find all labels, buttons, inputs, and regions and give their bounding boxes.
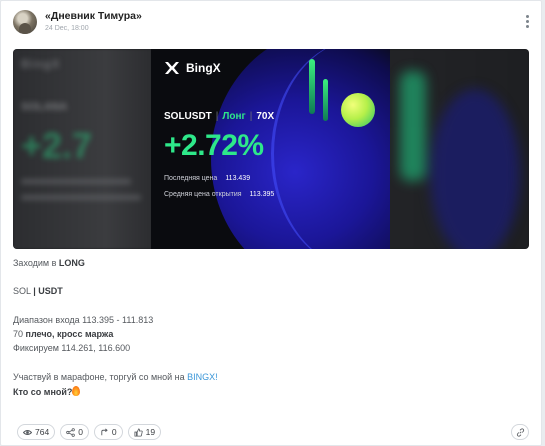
avg-open-label: Средняя цена открытия (164, 191, 242, 198)
reposts-count: 0 (111, 427, 117, 437)
channel-name[interactable]: «Дневник Тимура» (45, 10, 142, 22)
text-span: Участвуй в марафоне, торгуй со мной на (13, 372, 188, 382)
leverage: 70X (256, 111, 275, 122)
blurred-glow (430, 89, 520, 249)
text-bold: Кто со мной? (13, 387, 73, 397)
last-price-row: Последняя цена 113.439 (164, 175, 250, 182)
post-text-line: SOL | USDT (13, 286, 63, 296)
trade-side: Лонг (222, 111, 246, 122)
fire-emoji-icon (72, 386, 81, 396)
post-text-line: Заходим в LONG (13, 258, 85, 268)
post-text-line: Участвуй в марафоне, торгуй со мной на B… (13, 372, 218, 382)
blurred-percent: +2.7 (21, 125, 93, 166)
text-bold: | USDT (33, 286, 63, 296)
blurred-left-panel: BingX SOLANA +2.7 (13, 49, 151, 249)
pnl-percent: +2.72% (164, 129, 264, 162)
bingx-logo-icon (165, 62, 179, 74)
views-counter[interactable]: 764 (17, 424, 56, 440)
blurred-title: SOLANA (21, 101, 68, 113)
blurred-bar (400, 71, 426, 181)
repost-button[interactable]: 0 (93, 424, 123, 440)
blurred-logo: BingX (21, 57, 61, 71)
likes-count: 19 (145, 427, 156, 437)
text-span: Заходим в (13, 258, 59, 268)
green-sphere (341, 93, 375, 127)
blurred-line (21, 179, 131, 184)
last-price-label: Последняя цена (164, 175, 218, 182)
pair-row: SOLUSDT | Лонг | 70X (164, 111, 275, 122)
text-span: 70 (13, 329, 26, 339)
shares-count: 0 (78, 427, 83, 437)
avatar[interactable] (13, 10, 37, 34)
eye-icon (23, 429, 32, 435)
green-bar (323, 79, 328, 121)
post-text-line: 70 плечо, кросс маржа (13, 329, 113, 339)
link-icon (516, 427, 524, 437)
green-bar (309, 59, 315, 114)
copy-link-button[interactable] (511, 424, 529, 440)
trade-pair: SOLUSDT (164, 111, 212, 122)
trade-card: BingX SOLUSDT | Лонг | 70X +2.72% Последняя … (151, 49, 390, 249)
bingx-link[interactable]: BINGX! (187, 372, 218, 382)
post-text-line: Кто со мной? (13, 386, 81, 397)
post-image[interactable]: BingX SOLANA +2.7 BingX SOLUSDT | Лонг |… (13, 49, 529, 249)
last-price-value: 113.439 (225, 175, 251, 182)
blurred-right-panel (390, 49, 529, 249)
post-header: «Дневник Тимура» 24 Dec, 18:00 (13, 10, 533, 36)
text-bold: плечо, кросс маржа (25, 329, 114, 339)
repost-icon (101, 428, 108, 435)
logo-text: BingX (186, 61, 221, 75)
text-span: SOL (13, 286, 34, 296)
blurred-line (21, 195, 141, 200)
post-card: «Дневник Тимура» 24 Dec, 18:00 BingX SOL… (0, 0, 542, 446)
thumbs-up-icon (134, 427, 143, 437)
share-icon (66, 427, 75, 437)
post-text-line: Фиксируем 114.261, 116.600 (13, 343, 131, 353)
share-button[interactable]: 0 (60, 424, 89, 440)
post-actions: 764 0 0 19 (17, 424, 162, 440)
avg-open-row: Средняя цена открытия 113.395 (164, 191, 274, 198)
more-vertical-icon[interactable] (521, 12, 533, 30)
bingx-logo: BingX (164, 61, 221, 75)
views-count: 764 (35, 427, 50, 437)
like-button[interactable]: 19 (127, 424, 162, 440)
text-bold: LONG (58, 258, 85, 268)
avg-open-value: 113.395 (249, 191, 275, 198)
post-date: 24 Dec, 18:00 (45, 25, 89, 32)
post-text-line: Диапазон входа 113.395 - 111.813 (13, 315, 154, 325)
